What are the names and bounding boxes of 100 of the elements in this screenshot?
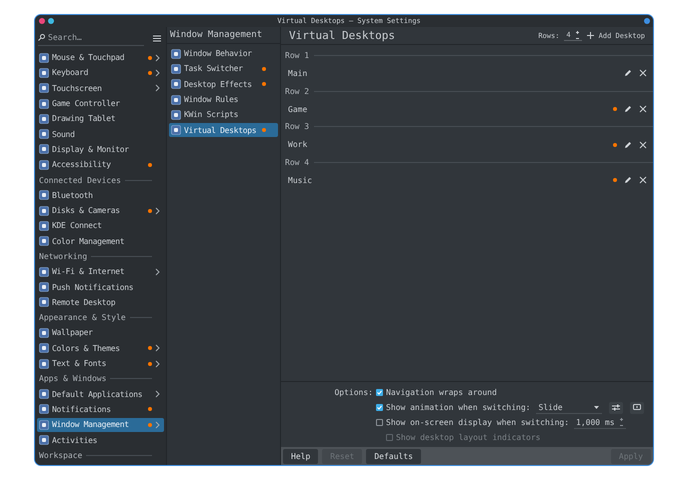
configure-button[interactable] (608, 402, 622, 414)
app-icon (39, 404, 49, 414)
sidebar-item[interactable]: Task Switcher (169, 62, 278, 76)
app-icon (39, 435, 49, 446)
app-icon (39, 98, 49, 109)
app-icon (171, 94, 181, 105)
sidebar-item[interactable]: Window Management (37, 418, 164, 432)
app-icon (39, 389, 49, 400)
app-icon (39, 129, 49, 140)
app-icon (39, 220, 49, 231)
maximize-window-button[interactable] (644, 18, 650, 24)
sidebar-item[interactable]: Mouse & Touchpad (37, 50, 164, 64)
plus-icon[interactable] (586, 32, 594, 39)
checkbox[interactable] (376, 389, 383, 396)
sidebar-item[interactable]: Wallpaper (37, 326, 164, 340)
desktop-name: Work (288, 140, 308, 150)
desktop-name: Music (288, 176, 314, 185)
app-icon (39, 68, 49, 78)
check-icon (377, 405, 382, 410)
search-field[interactable]: Search… (48, 32, 144, 42)
section-heading: Workspace (39, 450, 82, 460)
close-window-button[interactable] (39, 18, 45, 24)
sidebar-item[interactable]: Display & Monitor (37, 142, 164, 156)
sidebar-item[interactable]: KWin Scripts (169, 108, 278, 122)
app-icon (39, 297, 49, 308)
pencil-icon[interactable] (624, 105, 632, 114)
app-icon (39, 420, 49, 430)
app-icon (39, 343, 49, 354)
checkbox[interactable] (376, 419, 383, 426)
sidebar-item[interactable]: Push Notifications (37, 280, 164, 294)
info-icon (632, 404, 640, 411)
sidebar-item[interactable]: Sound (37, 127, 164, 141)
close-icon[interactable] (639, 140, 647, 149)
app-icon (39, 358, 49, 369)
footer-button[interactable]: Help (283, 448, 318, 464)
row-heading: Row 1 (285, 51, 310, 60)
close-icon[interactable] (639, 105, 647, 114)
pencil-icon[interactable] (624, 69, 632, 78)
row-heading: Row 2 (285, 86, 310, 96)
sidebar-item[interactable]: Colors & Themes (37, 342, 164, 356)
app-icon (171, 48, 181, 59)
panel-title: Window Management (167, 27, 280, 44)
app-icon (39, 52, 49, 63)
sidebar-item[interactable]: Drawing Tablet (37, 112, 164, 126)
sidebar-item[interactable]: Default Applications (37, 387, 164, 401)
checkbox[interactable] (376, 404, 383, 411)
sidebar-item[interactable]: Notifications (37, 402, 164, 416)
info-button[interactable] (630, 402, 644, 414)
section-heading: Connected Devices (39, 176, 121, 185)
duration-spinbox[interactable]: 1,000 ms (574, 416, 626, 429)
sliders-icon (612, 404, 620, 411)
footer-button[interactable]: Defaults (366, 448, 421, 464)
app-icon (39, 114, 49, 124)
sidebar-item[interactable]: Remote Desktop (37, 296, 164, 310)
checkbox-label: Show animation when switching: (386, 403, 530, 412)
app-icon (39, 266, 49, 277)
app-icon (39, 83, 49, 94)
app-icon (39, 236, 49, 246)
sidebar-item[interactable]: Color Management (37, 234, 164, 248)
sidebar-item[interactable]: Text & Fonts (37, 356, 164, 370)
caret-icon (594, 406, 598, 408)
sidebar-item[interactable]: Disks & Cameras (37, 204, 164, 218)
spin-arrows-icon (618, 418, 624, 426)
pencil-icon[interactable] (624, 140, 632, 149)
checkbox-label: Show desktop layout indicators (396, 433, 540, 442)
sidebar-item[interactable]: Keyboard (37, 66, 164, 80)
app-icon (171, 79, 181, 90)
sidebar-item[interactable]: KDE Connect (37, 219, 164, 233)
sidebar-item[interactable]: Game Controller (37, 96, 164, 110)
minimize-window-button[interactable] (48, 18, 54, 24)
checkbox-label: Navigation wraps around (386, 388, 497, 397)
sidebar-item[interactable]: Virtual Desktops (169, 123, 278, 137)
sidebar-item[interactable]: Activities (37, 433, 164, 447)
app-icon (39, 160, 49, 170)
options-label: Options: (333, 388, 373, 397)
page-title: Virtual Desktops (289, 29, 396, 42)
menu-icon[interactable] (153, 35, 161, 42)
desktop-name: Game (288, 104, 308, 114)
section-heading: Apps & Windows (39, 374, 106, 384)
checkbox-label: Show on-screen display when switching: (386, 418, 570, 427)
sidebar-item[interactable]: Window Rules (169, 92, 278, 106)
sidebar-item[interactable]: Wi-Fi & Internet (37, 265, 164, 279)
animation-dropdown[interactable]: Slide (536, 401, 602, 414)
app-icon (171, 110, 181, 120)
desktop-name: Main (288, 68, 308, 78)
sidebar-item[interactable]: Accessibility (37, 158, 164, 172)
row-heading: Row 4 (285, 158, 310, 168)
app-icon (39, 190, 49, 200)
section-heading: Networking (39, 252, 88, 261)
close-icon[interactable] (639, 176, 647, 184)
search-icon (38, 34, 45, 40)
app-icon (171, 64, 181, 74)
app-icon (39, 282, 49, 292)
close-icon[interactable] (639, 69, 647, 78)
sidebar-item[interactable]: Touchscreen (37, 81, 164, 95)
row-heading: Row 3 (285, 122, 310, 132)
sidebar-item[interactable]: Desktop Effects (169, 77, 278, 91)
pencil-icon[interactable] (624, 176, 632, 184)
sidebar-item[interactable]: Window Behavior (169, 46, 278, 60)
sidebar-item[interactable]: Bluetooth (37, 188, 164, 202)
